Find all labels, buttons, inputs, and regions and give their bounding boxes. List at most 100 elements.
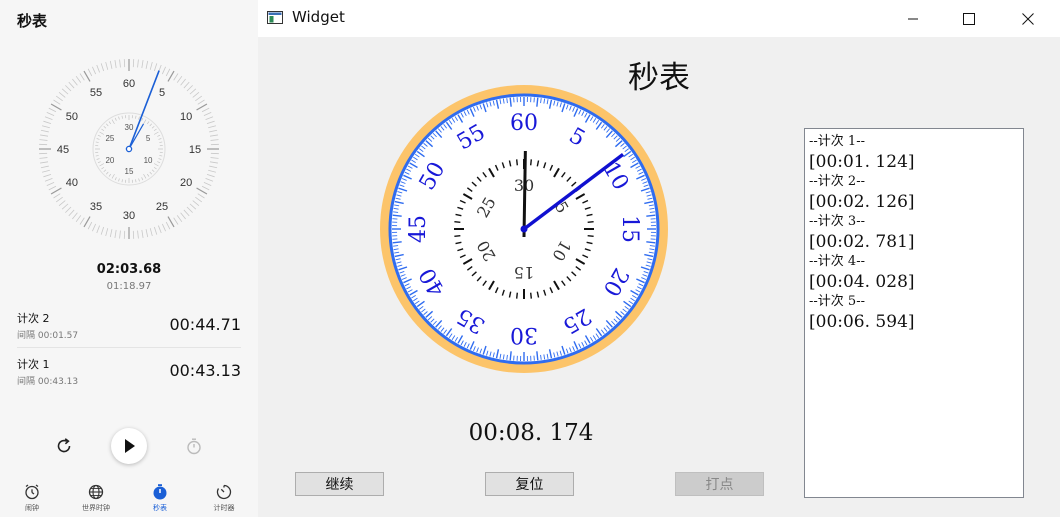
dial-tick (153, 226, 158, 235)
lap-value: [00:01. 124] (809, 152, 915, 172)
dial-tick (137, 230, 139, 239)
subdial-tick (158, 138, 162, 140)
divider (17, 347, 241, 348)
subdial-tick (95, 141, 99, 143)
inner-tick (587, 234, 594, 238)
inner-tick (587, 220, 594, 224)
dial-tick (83, 216, 91, 228)
dial-tick (79, 73, 85, 81)
play-button[interactable] (111, 428, 147, 464)
dial-tick (176, 75, 183, 83)
dial-tick (109, 60, 113, 69)
inner-tick (454, 234, 461, 238)
dial-tick (114, 229, 117, 238)
dial-tick (100, 226, 105, 235)
lap-list[interactable]: --计次 1-- [00:01. 124] --计次 2-- [00:02. 1… (804, 128, 1024, 498)
lap-row: 计次 1 间隔 00:43.13 00:43.13 (17, 354, 241, 400)
dial-tick (44, 178, 53, 182)
dial-tick (161, 223, 166, 232)
clock-number: 15 (617, 215, 642, 243)
dial-tick (40, 129, 49, 133)
subdial-tick (97, 134, 101, 137)
subdial-tick (158, 158, 162, 160)
dial-tick (209, 129, 218, 133)
elapsed-time: 00:08. 174 (468, 420, 594, 446)
subdial-tick (114, 177, 117, 181)
dial-tick (149, 228, 153, 237)
dial-tick (68, 81, 75, 89)
dial-number: 5 (159, 87, 165, 99)
dial-tick (75, 215, 82, 223)
lap-button[interactable] (182, 434, 206, 458)
dial-tick (210, 157, 219, 159)
globe-icon (88, 484, 104, 500)
subdial-tick (103, 125, 107, 129)
dial-tick (75, 75, 82, 83)
dial-tick (189, 88, 197, 95)
dial-tick (61, 203, 69, 210)
nav-timer[interactable]: 计时器 (192, 476, 256, 517)
maximize-icon (963, 13, 975, 25)
dial-tick (173, 217, 179, 225)
subdial-tick (118, 116, 120, 120)
clock-tick (536, 97, 539, 107)
subdial-tick (121, 179, 123, 183)
close-icon (1022, 13, 1034, 25)
dial-tick (167, 216, 175, 228)
dial-number: 10 (180, 111, 192, 123)
window-titlebar: Widget (258, 0, 1060, 37)
dial-number: 20 (180, 177, 192, 189)
clock-number: 45 (406, 215, 431, 243)
subdial-tick (101, 128, 105, 132)
dial-tick (205, 116, 214, 120)
dial-tick (119, 230, 121, 239)
subdial-tick (138, 178, 140, 182)
minute-hand (522, 150, 527, 238)
dial-tick (149, 61, 153, 70)
continue-button[interactable]: 继续 (295, 472, 384, 496)
reset-button[interactable] (52, 434, 76, 458)
dial-tick (61, 88, 69, 95)
dial-tick (209, 161, 218, 164)
clock-number: 60 (510, 111, 538, 136)
lap-header: --计次 4-- (809, 254, 865, 269)
close-button[interactable] (1005, 0, 1051, 37)
dial-number: 60 (123, 78, 135, 90)
hand-pivot (125, 145, 133, 153)
nav-stopwatch[interactable]: 秒表 (128, 476, 192, 517)
clock-tick (646, 214, 656, 217)
minimize-button[interactable] (890, 0, 936, 37)
dial-tick (46, 112, 55, 117)
maximize-button[interactable] (946, 0, 992, 37)
dial-tick (114, 60, 117, 69)
subdial-tick (159, 155, 163, 157)
dial-tick (43, 120, 52, 125)
dial-tick (40, 161, 49, 164)
dial-tick (96, 64, 100, 73)
nav-alarm[interactable]: 闹钟 (0, 476, 64, 517)
dial-tick (65, 206, 72, 213)
dial-tick (41, 169, 50, 173)
elapsed-time: 02:03.68 (96, 262, 162, 277)
dial-tick (167, 70, 175, 82)
dial-tick (55, 196, 63, 203)
dial-tick (158, 225, 162, 234)
lap-button[interactable]: 打点 (675, 472, 764, 496)
lap-interval: 间隔 00:01.57 (17, 331, 79, 341)
dial-number: 15 (189, 144, 201, 156)
nav-world-clock[interactable]: 世界时钟 (64, 476, 128, 517)
subdial-number: 5 (146, 134, 151, 143)
lap-interval: 间隔 00:43.13 (17, 377, 79, 387)
reset-button[interactable]: 复位 (485, 472, 574, 496)
dial-tick (192, 200, 200, 206)
dial-tick (197, 193, 205, 199)
bottom-navigation: 闹钟 世界时钟 秒表 计时器 (0, 476, 258, 517)
dial-tick (87, 221, 93, 230)
app-window-icon (267, 11, 283, 24)
dial-tick (208, 169, 217, 173)
stopwatch-dial: 60 5 10 15 20 25 30 35 40 45 50 55 30 5 10 15 20 25 (39, 59, 219, 239)
lap-header: --计次 5-- (809, 294, 865, 309)
nav-label: 世界时钟 (82, 504, 110, 512)
dial-tick (39, 157, 48, 159)
phone-stopwatch-app: 秒表 60 5 10 15 20 25 30 35 40 45 50 55 30 5 10 15 20 25 02… (0, 0, 258, 517)
